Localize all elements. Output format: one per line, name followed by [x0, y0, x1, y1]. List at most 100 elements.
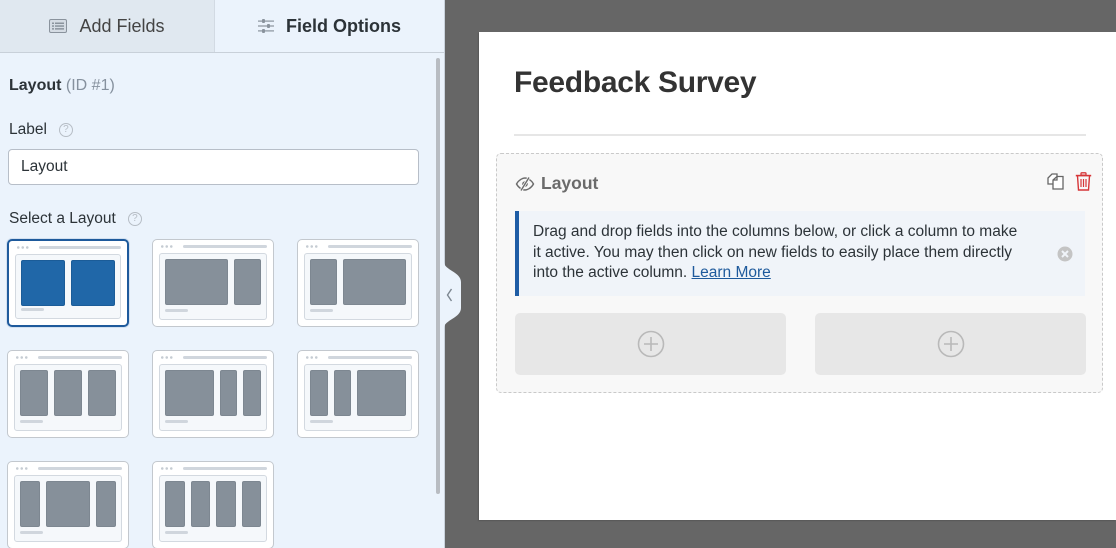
layout-notice: Drag and drop fields into the columns be…: [515, 211, 1085, 296]
select-layout-label: Select a Layout ?: [9, 210, 142, 228]
form-title: Feedback Survey: [514, 66, 757, 99]
thumb-topbar: [328, 245, 412, 248]
layout-option-67-33[interactable]: [152, 239, 274, 327]
label-field-label: Label ?: [9, 121, 73, 139]
trash-icon[interactable]: [1075, 172, 1092, 191]
thumb-column: [343, 259, 406, 305]
thumb-column: [20, 481, 40, 527]
panel-scrollbar[interactable]: [436, 58, 440, 494]
thumb-frame: [304, 364, 412, 431]
thumb-columns: [165, 259, 261, 305]
duplicate-icon[interactable]: [1046, 172, 1065, 191]
thumb-column: [190, 481, 210, 527]
thumb-footer: [310, 309, 333, 312]
thumb-topbar: [39, 246, 121, 249]
thumb-frame: [159, 253, 267, 320]
layout-option-50-50[interactable]: [7, 239, 129, 327]
thumb-column: [165, 370, 214, 416]
thumb-column: [21, 260, 65, 306]
thumb-frame: [14, 475, 122, 542]
add-circle-icon: [637, 330, 664, 358]
field-heading-title: Layout: [9, 77, 62, 94]
select-layout-text: Select a Layout: [9, 210, 116, 227]
thumb-column: [219, 370, 238, 416]
tab-field-options-label: Field Options: [286, 15, 401, 36]
thumb-frame: [304, 253, 412, 320]
layout-column-2[interactable]: [815, 313, 1086, 375]
layout-column-1[interactable]: [515, 313, 786, 375]
thumb-topbar: [38, 467, 122, 470]
thumb-column: [165, 481, 185, 527]
thumb-footer: [165, 531, 188, 534]
thumb-dots: [305, 245, 319, 248]
notice-message: Drag and drop fields into the columns be…: [533, 223, 1018, 282]
thumb-column: [88, 370, 116, 416]
thumb-column: [310, 259, 338, 305]
thumb-columns: [20, 370, 116, 416]
layout-option-25-25-50[interactable]: [297, 350, 419, 438]
thumb-column: [216, 481, 236, 527]
thumb-topbar: [183, 467, 267, 470]
label-input[interactable]: [8, 149, 419, 185]
thumb-column: [233, 259, 261, 305]
thumb-dots: [160, 356, 174, 359]
thumb-footer: [20, 531, 43, 534]
tab-field-options[interactable]: Field Options: [215, 0, 444, 52]
layout-option-33-33-33[interactable]: [7, 350, 129, 438]
thumb-topbar: [328, 356, 412, 359]
layout-field[interactable]: Layout Drag and drop fields into the col…: [496, 153, 1103, 393]
layout-field-title: Layout: [541, 173, 599, 193]
list-icon: [49, 19, 68, 33]
question-icon[interactable]: ?: [127, 212, 142, 226]
question-icon[interactable]: ?: [58, 123, 73, 137]
field-actions: [1046, 172, 1092, 191]
thumb-column: [243, 370, 261, 416]
thumb-columns: [165, 370, 261, 416]
collapse-handle-shape: [444, 262, 461, 328]
thumb-column: [45, 481, 91, 527]
tab-add-fields[interactable]: Add Fields: [0, 0, 215, 52]
collapse-panel-button[interactable]: [444, 262, 462, 328]
tab-add-fields-label: Add Fields: [79, 15, 165, 36]
thumb-footer: [165, 420, 188, 423]
thumb-column: [71, 260, 115, 306]
thumb-column: [241, 481, 261, 527]
thumb-topbar: [183, 245, 267, 248]
label-text: Label: [9, 121, 47, 138]
thumb-columns: [310, 259, 406, 305]
notice-text: Drag and drop fields into the columns be…: [533, 222, 1018, 284]
thumb-dots: [160, 467, 174, 470]
thumb-column: [54, 370, 82, 416]
thumb-topbar: [183, 356, 267, 359]
thumb-column: [165, 259, 228, 305]
panel-tabs: Add Fields Field Options: [0, 0, 444, 53]
layout-option-33-67[interactable]: [297, 239, 419, 327]
thumb-footer: [20, 420, 43, 423]
thumb-columns: [310, 370, 406, 416]
thumb-column: [310, 370, 328, 416]
thumb-dots: [15, 467, 29, 470]
thumb-frame: [159, 475, 267, 542]
thumb-column: [333, 370, 352, 416]
layout-option-25-25-25-25[interactable]: [152, 461, 274, 548]
thumb-columns: [20, 481, 116, 527]
thumb-topbar: [38, 356, 122, 359]
thumb-columns: [21, 260, 115, 306]
thumb-columns: [165, 481, 261, 527]
thumb-column: [357, 370, 406, 416]
layout-option-50-25-25[interactable]: [152, 350, 274, 438]
layout-option-25-50-25[interactable]: [7, 461, 129, 548]
thumb-footer: [21, 308, 44, 311]
thumb-column: [96, 481, 116, 527]
thumb-dots: [160, 245, 174, 248]
thumb-frame: [159, 364, 267, 431]
learn-more-link[interactable]: Learn More: [692, 264, 771, 281]
form-preview: Feedback Survey Layout Drag and drop fie…: [479, 32, 1116, 520]
thumb-footer: [165, 309, 188, 312]
thumb-column: [20, 370, 48, 416]
layout-field-header: Layout: [515, 173, 598, 194]
close-icon[interactable]: [1057, 246, 1073, 262]
sliders-icon: [258, 19, 274, 33]
thumb-dots: [16, 246, 30, 249]
field-heading: Layout (ID #1): [9, 77, 115, 95]
